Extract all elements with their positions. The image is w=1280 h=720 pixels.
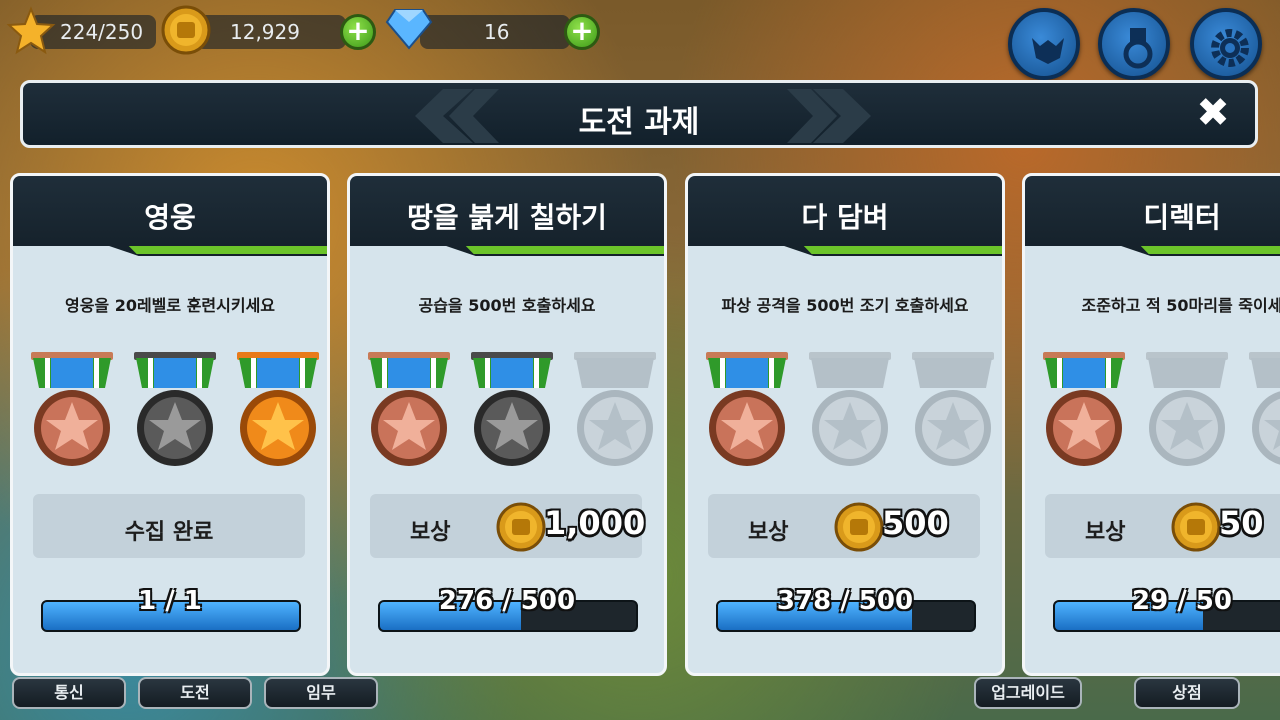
card-title: 영웅 xyxy=(144,201,196,234)
locked-medal-icon xyxy=(908,350,998,470)
tab-communication-label: 통신 xyxy=(54,683,84,702)
card-header-accent xyxy=(13,246,327,266)
achievements-header: 도전 과제 ✖ xyxy=(20,80,1258,148)
reward-box[interactable]: 보상 50 xyxy=(1045,494,1280,558)
gold-value: 12,929 xyxy=(230,20,300,44)
card-description: 공습을 500번 호출하세요 xyxy=(418,296,596,315)
silver-medal-icon xyxy=(130,350,220,470)
gold-coin-icon xyxy=(496,502,546,552)
tab-challenges-label: 도전 xyxy=(180,683,210,702)
silver-medal-icon xyxy=(467,350,557,470)
gold-coin-icon xyxy=(1171,502,1221,552)
tab-missions[interactable]: 임무 xyxy=(264,677,378,709)
reward-box[interactable]: 보상 500 xyxy=(708,494,980,558)
card-description: 파상 공격을 500번 조기 호출하세요 xyxy=(721,296,969,315)
bronze-medal-icon xyxy=(702,350,792,470)
card-title: 다 담벼 xyxy=(801,201,889,234)
gold-coin-icon xyxy=(834,502,884,552)
tab-challenges[interactable]: 도전 xyxy=(138,677,252,709)
shop-button[interactable]: 상점 xyxy=(1134,677,1240,709)
locked-medal-icon xyxy=(1245,350,1280,470)
locked-medal-icon xyxy=(570,350,660,470)
bronze-medal-icon xyxy=(364,350,454,470)
card-title: 땅을 붉게 칠하기 xyxy=(407,201,607,234)
reward-label: 보상 xyxy=(748,520,789,545)
gem-value: 16 xyxy=(484,20,510,44)
star-icon xyxy=(6,6,56,55)
gem-icon xyxy=(385,9,433,50)
tab-missions-label: 임무 xyxy=(306,683,336,702)
progress-text: 1 / 1 xyxy=(138,586,202,616)
settings-button[interactable] xyxy=(1190,8,1262,80)
progress-text: 29 / 50 xyxy=(1132,586,1232,616)
creature-badge-icon xyxy=(1032,38,1064,64)
achievement-card: 디렉터조준하고 적 50마리를 죽이세보상 50 29 / 50 xyxy=(1022,173,1280,676)
achievement-card: 땅을 붉게 칠하기공습을 500번 호출하세요보상 1,000 276 / 500 xyxy=(347,173,667,676)
xp-value: 224/250 xyxy=(60,20,144,44)
locked-medal-icon xyxy=(1142,350,1232,470)
creature-badge-button[interactable] xyxy=(1008,8,1080,80)
gold-coin-icon xyxy=(161,5,211,55)
medal-icon xyxy=(1123,28,1153,69)
card-title: 디렉터 xyxy=(1143,201,1221,234)
top-status-bar: 224/250 12,929 + 16 + xyxy=(0,0,1280,80)
add-gold-button[interactable]: + xyxy=(340,14,376,50)
card-description: 영웅을 20레벨로 훈련시키세요 xyxy=(64,296,276,315)
reward-amount: 50 xyxy=(1219,504,1264,542)
close-button[interactable]: ✖ xyxy=(1193,93,1233,133)
gear-icon xyxy=(1211,29,1249,67)
gold-medal-icon xyxy=(233,350,323,470)
progress-text: 276 / 500 xyxy=(438,586,576,616)
card-header-accent xyxy=(350,246,664,266)
achievement-card: 다 담벼파상 공격을 500번 조기 호출하세요보상 500 378 / 500 xyxy=(685,173,1005,676)
reward-box[interactable]: 보상 1,000 xyxy=(370,494,646,558)
bronze-medal-icon xyxy=(1039,350,1129,470)
reward-amount: 1,000 xyxy=(544,504,646,542)
locked-medal-icon xyxy=(805,350,895,470)
reward-amount: 500 xyxy=(882,504,949,542)
bronze-medal-icon xyxy=(27,350,117,470)
close-icon: ✖ xyxy=(1196,90,1230,136)
reward-box[interactable]: 수집 완료 xyxy=(33,494,305,558)
add-gems-button[interactable]: + xyxy=(564,14,600,50)
medals-button[interactable] xyxy=(1098,8,1170,80)
card-description: 조준하고 적 50마리를 죽이세 xyxy=(1081,296,1280,315)
gem-counter: 16 xyxy=(420,15,570,49)
progress-text: 378 / 500 xyxy=(776,586,914,616)
shop-label: 상점 xyxy=(1172,683,1202,702)
collected-label: 수집 완료 xyxy=(124,520,214,545)
achievement-card: 영웅영웅을 20레벨로 훈련시키세요수집 완료 1 / 1 xyxy=(10,173,330,676)
upgrade-button[interactable]: 업그레이드 xyxy=(974,677,1082,709)
card-header-accent xyxy=(1025,246,1280,266)
reward-label: 보상 xyxy=(1085,520,1126,545)
tab-communication[interactable]: 통신 xyxy=(12,677,126,709)
card-header-accent xyxy=(688,246,1002,266)
reward-label: 보상 xyxy=(410,520,451,545)
page-title: 도전 과제 xyxy=(578,105,700,140)
gold-counter: 12,929 xyxy=(196,15,346,49)
upgrade-label: 업그레이드 xyxy=(991,683,1065,702)
